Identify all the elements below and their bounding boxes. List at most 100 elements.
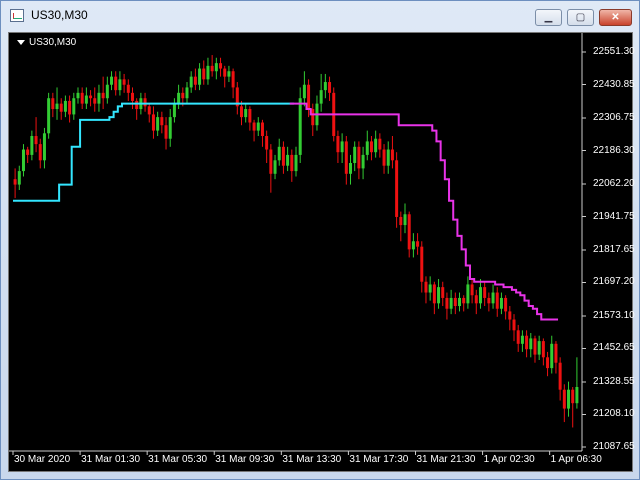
chart-symbol-label[interactable]: US30,M30 xyxy=(17,37,76,48)
candle-body xyxy=(143,98,147,107)
candle-body xyxy=(495,292,499,309)
candle-body xyxy=(525,335,529,350)
candle-body xyxy=(97,92,101,104)
title-bar[interactable]: US30,M30 ▁ ▢ ✕ xyxy=(1,1,639,31)
candle-body xyxy=(168,117,172,139)
candle-body xyxy=(189,76,193,88)
candle-body xyxy=(122,79,126,85)
candle-body xyxy=(411,241,415,250)
candle-body xyxy=(72,98,76,115)
candle-body xyxy=(223,68,227,77)
candle-body xyxy=(311,109,315,126)
price-tick-label: 21087.65 xyxy=(593,441,635,452)
candle-body xyxy=(290,154,294,172)
candle-body xyxy=(181,92,185,99)
candle-body xyxy=(114,76,118,91)
price-tick-label: 21328.55 xyxy=(593,375,635,387)
candle-body xyxy=(349,162,353,174)
candle-body xyxy=(541,341,545,358)
maximize-icon: ▢ xyxy=(575,12,586,23)
candle-body xyxy=(51,98,55,110)
candle-body xyxy=(84,95,88,104)
candle-body xyxy=(34,136,38,145)
candle-body xyxy=(508,311,512,320)
candle-body xyxy=(239,106,243,118)
candle-body xyxy=(227,71,231,77)
candle-body xyxy=(378,138,382,150)
price-tick-label: 21208.10 xyxy=(593,408,635,420)
dropdown-triangle-icon xyxy=(17,40,25,45)
close-button[interactable]: ✕ xyxy=(599,9,632,26)
candle-body xyxy=(101,92,105,99)
candle-body xyxy=(374,138,378,153)
candle-body xyxy=(68,100,72,115)
candle-body xyxy=(470,284,474,296)
price-tick-label: 22306.75 xyxy=(593,111,635,123)
candle-body xyxy=(307,84,311,110)
candle-body xyxy=(21,149,25,172)
time-tick-label: 31 Mar 09:30 xyxy=(215,454,275,465)
window-title: US30,M30 xyxy=(31,8,88,22)
time-tick-label: 31 Mar 01:30 xyxy=(81,454,141,465)
candle-body xyxy=(474,295,478,304)
minimize-icon: ▁ xyxy=(544,12,553,23)
time-tick-label: 31 Mar 21:30 xyxy=(416,454,476,465)
price-tick-label: 22062.20 xyxy=(593,177,635,189)
price-chart xyxy=(9,33,586,455)
candle-body xyxy=(424,281,428,293)
candle-body xyxy=(575,386,579,404)
candle-body xyxy=(110,76,114,85)
candle-body xyxy=(260,122,264,137)
price-tick-label: 22430.85 xyxy=(593,78,635,90)
candle-body xyxy=(202,68,206,80)
candle-body xyxy=(135,100,139,110)
candle-body xyxy=(214,63,218,72)
candle-body xyxy=(177,92,181,104)
candle-body xyxy=(198,68,202,85)
trend-line-down xyxy=(289,102,559,321)
candle-body xyxy=(244,109,248,118)
candle-body xyxy=(147,106,151,115)
candle-body xyxy=(567,389,571,409)
candle-body xyxy=(151,114,155,131)
candle-body xyxy=(55,103,59,110)
candle-body xyxy=(323,82,327,91)
candle-body xyxy=(554,343,558,363)
candle-body xyxy=(546,357,550,369)
candle-body xyxy=(361,154,365,169)
candle-body xyxy=(550,343,554,369)
time-tick-label: 1 Apr 06:30 xyxy=(550,454,602,465)
candle-body xyxy=(130,92,134,101)
candle-body xyxy=(206,65,210,80)
price-tick-label: 21817.65 xyxy=(593,243,635,255)
candle-body xyxy=(432,284,436,304)
candle-body xyxy=(365,141,369,155)
maximize-button[interactable]: ▢ xyxy=(567,9,594,26)
candle-body xyxy=(453,297,457,307)
candle-body xyxy=(420,246,424,282)
candle-body xyxy=(172,103,176,118)
candle-body xyxy=(395,160,399,217)
candle-body xyxy=(516,330,520,344)
candle-body xyxy=(428,284,432,293)
candle-body xyxy=(403,214,407,226)
chart-icon xyxy=(10,9,24,22)
time-tick-label: 31 Mar 17:30 xyxy=(349,454,409,465)
candle-body xyxy=(407,214,411,250)
candle-body xyxy=(466,284,470,304)
candle-body xyxy=(93,98,97,104)
candle-body xyxy=(529,338,533,350)
candle-body xyxy=(302,84,306,99)
time-tick-label: 31 Mar 05:30 xyxy=(148,454,208,465)
candle-body xyxy=(416,241,420,247)
candle-body xyxy=(344,141,348,174)
candle-body xyxy=(520,335,524,344)
terminal-window: US30,M30 ▁ ▢ ✕ US30,M30 22551.30 22430.85… xyxy=(0,0,640,480)
candle-body xyxy=(63,100,67,112)
candle-body xyxy=(319,90,323,104)
minimize-button[interactable]: ▁ xyxy=(535,9,562,26)
candle-body xyxy=(499,297,503,309)
candle-body xyxy=(17,171,21,185)
chart-area[interactable]: US30,M30 22551.30 22430.85 22306.75 22186.3… xyxy=(8,32,635,472)
candle-body xyxy=(533,338,537,355)
